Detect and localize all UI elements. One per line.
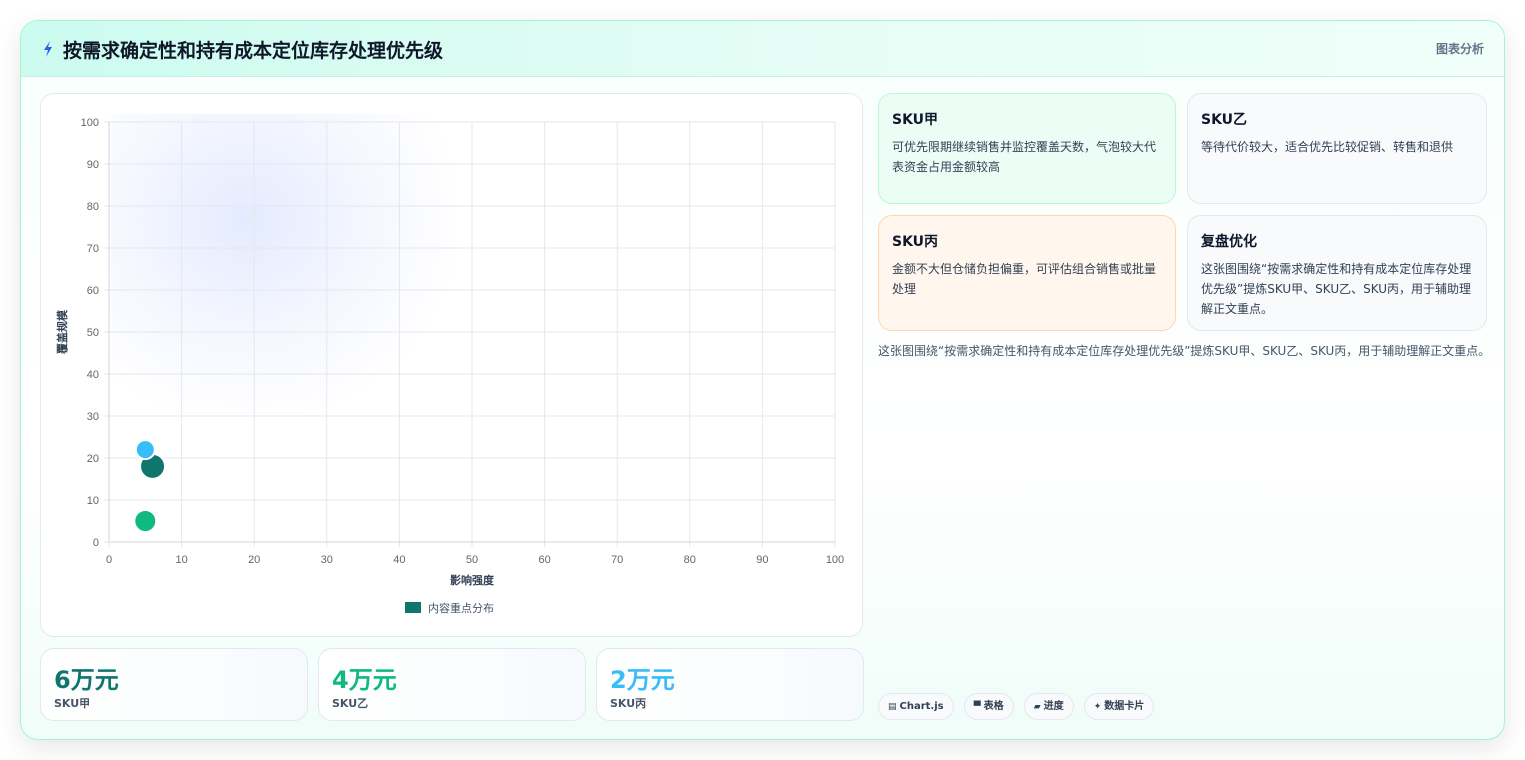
sparkle-icon: ✦ [1093, 702, 1102, 712]
y-tick-label: 20 [87, 453, 99, 465]
note-card-review: 复盘优化 这张图围绕“按需求确定性和持有成本定位库存处理优先级”提炼SKU甲、S… [1187, 215, 1487, 331]
chart-caption: 这张图围绕“按需求确定性和持有成本定位库存处理优先级”提炼SKU甲、SKU乙、S… [878, 344, 1491, 358]
table-icon: ▀ [973, 702, 981, 712]
y-tick-label: 70 [87, 243, 99, 255]
x-tick-label: 70 [611, 554, 623, 566]
card-header: 按需求确定性和持有成本定位库存处理优先级 图表分析 [21, 21, 1504, 77]
tech-chips: ▤ Chart.js ▀ 表格 ▰ 进度 ✦ 数据卡片 [878, 693, 1159, 721]
x-tick-label: 10 [175, 554, 187, 566]
y-tick-label: 90 [87, 159, 99, 171]
y-tick-label: 50 [87, 327, 99, 339]
x-tick-label: 20 [248, 554, 260, 566]
y-tick-label: 100 [81, 117, 99, 129]
note-title: SKU乙 [1201, 112, 1248, 128]
chip-table: ▀ 表格 [963, 693, 1014, 720]
x-axis-title: 影响强度 [450, 573, 495, 587]
note-title: SKU甲 [892, 112, 939, 128]
scatter-point [134, 439, 156, 461]
chart-card: 按需求确定性和持有成本定位库存处理优先级 图表分析 0 10 20 30 40 50 60 7… [20, 20, 1505, 740]
scatter-chart: 0 10 20 30 40 50 60 70 80 90 100 0 10 20 30 40 50 60 70 80 9… [55, 117, 844, 615]
page-title: 按需求确定性和持有成本定位库存处理优先级 [63, 40, 444, 62]
kpi-card-sku-b: 4万元 SKU乙 [318, 648, 586, 721]
kpi-label: SKU甲 [54, 697, 91, 710]
y-tick-label: 40 [87, 369, 99, 381]
chart-analysis-tag: 图表分析 [1435, 42, 1484, 56]
chip-data-card: ✦ 数据卡片 [1083, 693, 1155, 720]
chip-label: 表格 [983, 701, 1004, 712]
y-tick-label: 60 [87, 285, 99, 297]
note-body: 金额不大但仓储负担偏重，可评估组合销售或批量处理 [892, 262, 1157, 296]
progress-icon: ▰ [1033, 702, 1041, 712]
x-tick-label: 60 [538, 554, 550, 566]
kpi-value: 2万元 [610, 666, 675, 694]
note-body: 可优先限期继续销售并监控覆盖天数，气泡较大代表资金占用金额较高 [892, 140, 1157, 174]
note-body: 等待代价较大，适合优先比较促销、转售和退供 [1201, 140, 1454, 154]
kpi-card-sku-a: 6万元 SKU甲 [40, 648, 308, 721]
scatter-chart-panel: 0 10 20 30 40 50 60 70 80 90 100 0 10 20 30 40 50 60 70 80 9… [40, 93, 863, 637]
x-tick-label: 50 [466, 554, 478, 566]
note-card-sku-b: SKU乙 等待代价较大，适合优先比较促销、转售和退供 [1187, 93, 1487, 204]
note-body: 这张图围绕“按需求确定性和持有成本定位库存处理优先级”提炼SKU甲、SKU乙、S… [1201, 262, 1472, 316]
chip-progress: ▰ 进度 [1023, 693, 1074, 720]
x-tick-label: 40 [393, 554, 405, 566]
chip-label: Chart.js [899, 701, 944, 712]
note-card-sku-c: SKU丙 金额不大但仓储负担偏重，可评估组合销售或批量处理 [878, 215, 1176, 331]
x-tick-label: 90 [756, 554, 768, 566]
chip-chartjs: ▤ Chart.js [878, 693, 954, 720]
note-card-sku-a: SKU甲 可优先限期继续销售并监控覆盖天数，气泡较大代表资金占用金额较高 [878, 93, 1176, 204]
x-tick-label: 80 [684, 554, 696, 566]
legend-swatch [405, 602, 421, 613]
x-tick-label: 0 [106, 554, 112, 566]
chip-label: 数据卡片 [1104, 701, 1145, 712]
kpi-card-sku-c: 2万元 SKU丙 [596, 648, 864, 721]
chip-label: 进度 [1043, 701, 1064, 712]
legend-label: 内容重点分布 [428, 601, 494, 615]
kpi-value: 4万元 [332, 666, 397, 694]
x-tick-label: 100 [826, 554, 844, 566]
y-tick-label: 0 [93, 537, 99, 549]
y-tick-label: 10 [87, 495, 99, 507]
chart-icon: ▤ [888, 702, 897, 712]
x-tick-label: 30 [321, 554, 333, 566]
kpi-label: SKU丙 [610, 697, 647, 710]
scatter-point [133, 509, 158, 533]
note-title: SKU丙 [892, 234, 939, 250]
y-tick-label: 30 [87, 411, 99, 423]
lightning-icon [44, 41, 52, 57]
y-axis-title: 覆盖规模 [55, 309, 69, 354]
note-title: 复盘优化 [1201, 234, 1257, 250]
kpi-value: 6万元 [54, 666, 119, 694]
y-tick-label: 80 [87, 201, 99, 213]
kpi-label: SKU乙 [332, 697, 369, 710]
